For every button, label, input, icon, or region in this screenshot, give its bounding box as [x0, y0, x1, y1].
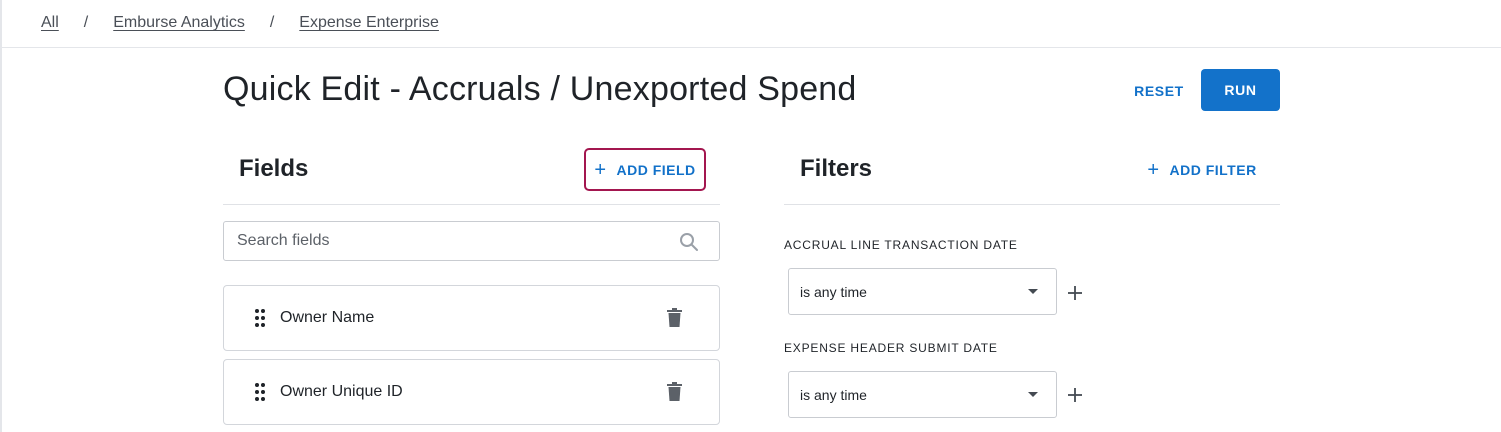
breadcrumb-divider: [2, 47, 1501, 48]
fields-heading: Fields: [239, 155, 309, 182]
search-fields-input[interactable]: [224, 222, 719, 260]
field-item: Owner Name: [223, 285, 720, 351]
drag-handle-icon[interactable]: [255, 309, 265, 327]
breadcrumb-link-expense-enterprise[interactable]: Expense Enterprise: [299, 14, 439, 32]
breadcrumb-link-all[interactable]: All: [41, 14, 59, 32]
field-item: Owner Unique ID: [223, 359, 720, 425]
filter-select-value: is any time: [800, 386, 867, 403]
filter-label: ACCRUAL LINE TRANSACTION DATE: [784, 238, 1018, 252]
add-field-button[interactable]: + ADD FIELD: [584, 148, 706, 191]
filter-select-value: is any time: [800, 283, 867, 300]
chevron-down-icon: [1028, 392, 1038, 397]
breadcrumb-link-emburse-analytics[interactable]: Emburse Analytics: [113, 14, 245, 32]
filter-label: EXPENSE HEADER SUBMIT DATE: [784, 341, 998, 355]
page-title: Quick Edit - Accruals / Unexported Spend: [223, 70, 857, 108]
trash-icon[interactable]: [667, 382, 682, 401]
drag-handle-icon[interactable]: [255, 383, 265, 401]
trash-icon[interactable]: [667, 308, 682, 327]
plus-icon: +: [1147, 158, 1160, 181]
breadcrumb: All / Emburse Analytics / Expense Enterp…: [41, 0, 439, 46]
plus-icon[interactable]: [1066, 386, 1084, 404]
filters-heading: Filters: [800, 155, 873, 182]
search-icon: [680, 233, 698, 251]
breadcrumb-separator: /: [269, 14, 275, 31]
add-filter-label: ADD FILTER: [1169, 161, 1257, 178]
search-fields-box: [223, 221, 720, 261]
add-filter-button[interactable]: + ADD FILTER: [1138, 148, 1266, 191]
run-button[interactable]: RUN: [1201, 69, 1280, 111]
add-field-label: ADD FIELD: [616, 161, 696, 178]
field-item-label: Owner Unique ID: [280, 383, 403, 400]
filters-divider: [784, 204, 1280, 205]
filter-date-select[interactable]: is any time: [788, 371, 1057, 418]
filter-date-select[interactable]: is any time: [788, 268, 1057, 315]
fields-divider: [223, 204, 720, 205]
left-edge-divider: [0, 0, 2, 432]
breadcrumb-separator: /: [83, 14, 89, 31]
chevron-down-icon: [1028, 289, 1038, 294]
reset-button[interactable]: RESET: [1122, 70, 1196, 111]
field-item-label: Owner Name: [280, 309, 375, 326]
plus-icon: +: [594, 158, 607, 181]
plus-icon[interactable]: [1066, 284, 1084, 302]
